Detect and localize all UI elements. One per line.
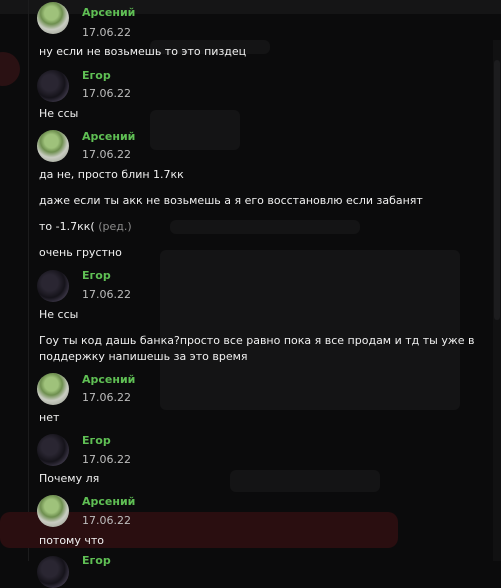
message-text: Почему ля [39, 472, 100, 485]
message-date: 17.06.22 [82, 514, 131, 527]
message-date: 17.06.22 [82, 453, 131, 466]
message-author[interactable]: Егор [82, 434, 111, 447]
message-text: Гоу ты код дашь банка?просто все равно п… [39, 334, 475, 363]
message-author[interactable]: Арсений [82, 6, 135, 19]
message-text: ну если не возьмешь то это пиздец [39, 45, 247, 58]
edited-label: (ред.) [98, 220, 132, 233]
message-text: Не ссы [39, 308, 79, 321]
message-date: 17.06.22 [82, 87, 131, 100]
message-date: 17.06.22 [82, 391, 131, 404]
message-date: 17.06.22 [82, 26, 131, 39]
message-date: 17.06.22 [82, 148, 131, 161]
avatar[interactable] [37, 495, 69, 527]
message-author[interactable]: Егор [82, 269, 111, 282]
avatar[interactable] [37, 373, 69, 405]
message-text: да не, просто блин 1.7кк [39, 168, 184, 181]
avatar[interactable] [37, 70, 69, 102]
message-text: Не ссы [39, 107, 79, 120]
message-author[interactable]: Арсений [82, 130, 135, 143]
chat-message-list: Арсений 17.06.22 ну если не возьмешь то … [0, 0, 501, 588]
message-text-content: то -1.7кк( [39, 220, 95, 233]
message-author[interactable]: Егор [82, 69, 111, 82]
avatar[interactable] [37, 130, 69, 162]
message-text: очень грустно [39, 246, 122, 259]
message-author[interactable]: Арсений [82, 373, 135, 386]
message-author[interactable]: Арсений [82, 495, 135, 508]
avatar[interactable] [37, 434, 69, 466]
message-date: 17.06.22 [82, 288, 131, 301]
message-text: то -1.7кк( (ред.) [39, 220, 132, 233]
message-text: нет [39, 411, 60, 424]
avatar[interactable] [37, 270, 69, 302]
avatar[interactable] [37, 2, 69, 34]
message-text: даже если ты акк не возьмешь а я его вос… [39, 194, 423, 207]
message-text: потому что [39, 534, 105, 547]
